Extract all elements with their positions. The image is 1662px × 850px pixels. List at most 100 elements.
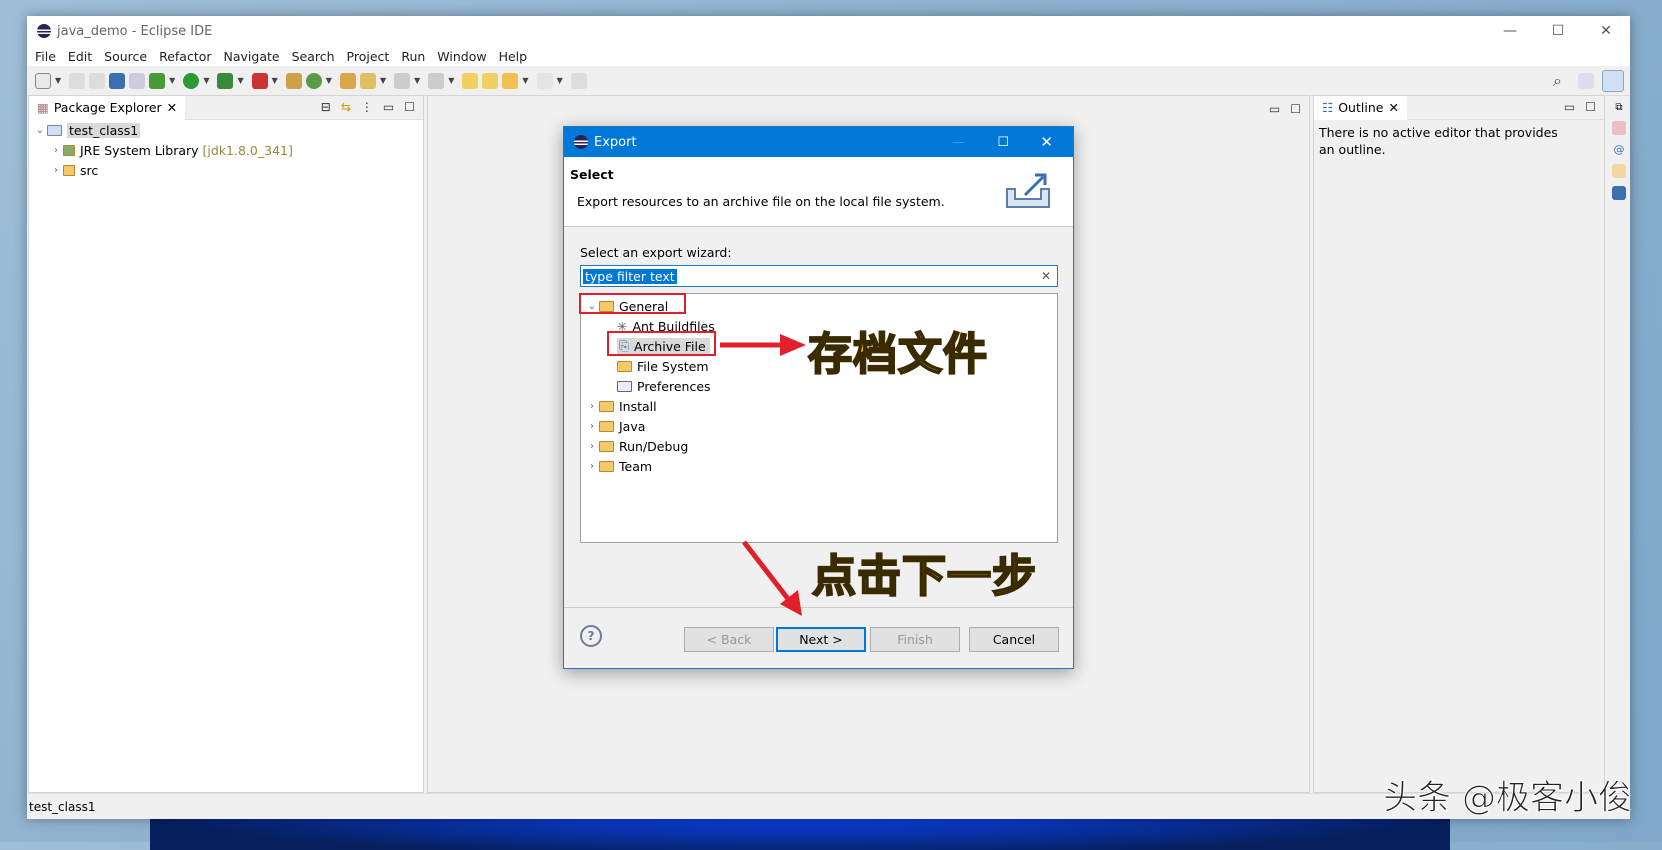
back-icon[interactable] bbox=[502, 72, 519, 89]
minimize-view-icon[interactable]: ▭ bbox=[1564, 100, 1575, 114]
tree-item-team[interactable]: › Team bbox=[581, 456, 1057, 476]
tree-label: File System bbox=[637, 358, 709, 374]
open-perspective-icon[interactable] bbox=[1578, 72, 1594, 89]
help-icon[interactable]: ? bbox=[580, 625, 602, 647]
open-type-icon[interactable] bbox=[339, 72, 356, 89]
new-icon[interactable] bbox=[35, 72, 51, 89]
menu-source[interactable]: Source bbox=[104, 49, 147, 64]
dropdown-icon[interactable]: ▼ bbox=[522, 76, 528, 85]
maximize-view-icon[interactable]: ☐ bbox=[404, 100, 415, 114]
declaration-icon[interactable] bbox=[1612, 164, 1626, 178]
debug-icon[interactable] bbox=[149, 72, 166, 89]
menu-search[interactable]: Search bbox=[292, 49, 335, 64]
back-button[interactable]: < Back bbox=[684, 627, 774, 652]
status-text: test_class1 bbox=[29, 799, 96, 814]
dialog-title: Export bbox=[594, 134, 637, 150]
restore-icon[interactable]: ⧉ bbox=[1615, 102, 1622, 113]
dialog-minimize-button[interactable]: — bbox=[952, 135, 965, 150]
maximize-view-icon[interactable]: ☐ bbox=[1290, 102, 1301, 116]
tree-label: Run/Debug bbox=[619, 438, 689, 454]
cancel-button[interactable]: Cancel bbox=[969, 627, 1059, 652]
close-tab-icon[interactable]: ✕ bbox=[167, 100, 177, 115]
save-all-icon[interactable] bbox=[89, 72, 106, 89]
clear-filter-icon[interactable]: ✕ bbox=[1041, 269, 1051, 283]
chevron-right-icon[interactable]: › bbox=[585, 461, 599, 472]
dropdown-icon[interactable]: ▼ bbox=[203, 76, 209, 85]
minimize-view-icon[interactable]: ▭ bbox=[1269, 102, 1280, 116]
run-icon[interactable] bbox=[183, 72, 200, 89]
forward-icon[interactable] bbox=[536, 72, 553, 89]
next-annotation-icon[interactable] bbox=[394, 72, 411, 89]
tree-item-jre[interactable]: › JRE System Library [jdk1.8.0_341] bbox=[33, 140, 423, 160]
dropdown-icon[interactable]: ▼ bbox=[448, 76, 454, 85]
outline-view: ☷ Outline ✕ ▭ ☐ There is no active editor… bbox=[1313, 95, 1605, 793]
minimize-view-icon[interactable]: ▭ bbox=[383, 100, 394, 114]
terminal-icon[interactable] bbox=[109, 72, 126, 89]
tree-item-java[interactable]: › Java bbox=[581, 416, 1057, 436]
view-menu-icon[interactable]: ⋮ bbox=[361, 100, 373, 114]
tree-item-project[interactable]: ⌄ test_class1 bbox=[33, 120, 423, 140]
search-icon[interactable]: ⌕ bbox=[1553, 71, 1562, 91]
chevron-right-icon[interactable]: › bbox=[585, 441, 599, 452]
minimize-button[interactable]: — bbox=[1486, 16, 1534, 46]
chevron-down-icon[interactable]: ⌄ bbox=[33, 125, 47, 136]
search-tool-icon[interactable] bbox=[359, 72, 376, 89]
external-tools-icon[interactable] bbox=[251, 72, 268, 89]
pin-editor-icon[interactable] bbox=[570, 72, 587, 89]
dropdown-icon[interactable]: ▼ bbox=[557, 76, 563, 85]
dialog-maximize-button[interactable]: ☐ bbox=[997, 135, 1009, 150]
dropdown-icon[interactable]: ▼ bbox=[380, 76, 386, 85]
tree-item-src[interactable]: › src bbox=[33, 160, 423, 180]
maximize-view-icon[interactable]: ☐ bbox=[1585, 100, 1596, 114]
finish-button[interactable]: Finish bbox=[870, 627, 960, 652]
dropdown-icon[interactable]: ▼ bbox=[326, 76, 332, 85]
java-perspective-icon[interactable] bbox=[1602, 69, 1624, 92]
next-button[interactable]: Next > bbox=[776, 627, 866, 652]
annotation-archive-file: 存档文件 bbox=[807, 328, 988, 381]
new-class-icon[interactable] bbox=[305, 72, 322, 89]
problems-icon[interactable] bbox=[1612, 121, 1626, 135]
last-edit-icon[interactable] bbox=[462, 72, 479, 89]
menu-project[interactable]: Project bbox=[347, 49, 390, 64]
tree-decoration: [jdk1.8.0_341] bbox=[202, 142, 293, 158]
chevron-right-icon[interactable]: › bbox=[585, 401, 599, 412]
tree-item-run-debug[interactable]: › Run/Debug bbox=[581, 436, 1057, 456]
save-icon[interactable] bbox=[69, 72, 86, 89]
menu-refactor[interactable]: Refactor bbox=[159, 49, 211, 64]
close-tab-icon[interactable]: ✕ bbox=[1388, 100, 1398, 115]
menu-help[interactable]: Help bbox=[499, 49, 528, 64]
chevron-right-icon[interactable]: › bbox=[49, 165, 63, 176]
skip-breakpoints-icon[interactable] bbox=[129, 72, 146, 89]
forward-edit-icon[interactable] bbox=[482, 72, 499, 89]
console-icon[interactable] bbox=[1612, 186, 1626, 200]
chevron-right-icon[interactable]: › bbox=[585, 421, 599, 432]
arrow-to-archive-label bbox=[720, 334, 806, 356]
menu-file[interactable]: File bbox=[35, 49, 56, 64]
tab-package-explorer[interactable]: ▦ Package Explorer ✕ bbox=[29, 95, 186, 120]
maximize-button[interactable]: ☐ bbox=[1534, 16, 1582, 46]
filter-input[interactable]: type filter text ✕ bbox=[580, 265, 1058, 287]
dropdown-icon[interactable]: ▼ bbox=[272, 76, 278, 85]
dropdown-icon[interactable]: ▼ bbox=[237, 76, 243, 85]
dropdown-icon[interactable]: ▼ bbox=[55, 76, 61, 85]
outline-icon: ☷ bbox=[1322, 100, 1334, 115]
javadoc-icon[interactable]: @ bbox=[1614, 143, 1625, 156]
tree-item-install[interactable]: › Install bbox=[581, 396, 1057, 416]
dialog-close-button[interactable]: ✕ bbox=[1040, 133, 1053, 151]
wizard-label: Select an export wizard: bbox=[580, 245, 732, 260]
close-button[interactable]: ✕ bbox=[1582, 16, 1630, 46]
tab-outline[interactable]: ☷ Outline ✕ bbox=[1314, 95, 1407, 120]
dropdown-icon[interactable]: ▼ bbox=[414, 76, 420, 85]
menu-run[interactable]: Run bbox=[401, 49, 425, 64]
menu-window[interactable]: Window bbox=[437, 49, 486, 64]
link-editor-icon[interactable]: ⇆ bbox=[341, 100, 351, 114]
menu-navigate[interactable]: Navigate bbox=[224, 49, 280, 64]
chevron-right-icon[interactable]: › bbox=[49, 145, 63, 156]
new-java-package-icon[interactable] bbox=[285, 72, 302, 89]
prev-annotation-icon[interactable] bbox=[428, 72, 445, 89]
library-icon bbox=[63, 144, 75, 156]
dropdown-icon[interactable]: ▼ bbox=[169, 76, 175, 85]
coverage-icon[interactable] bbox=[217, 72, 234, 89]
menu-edit[interactable]: Edit bbox=[68, 49, 92, 64]
collapse-all-icon[interactable]: ⊟ bbox=[321, 100, 331, 114]
